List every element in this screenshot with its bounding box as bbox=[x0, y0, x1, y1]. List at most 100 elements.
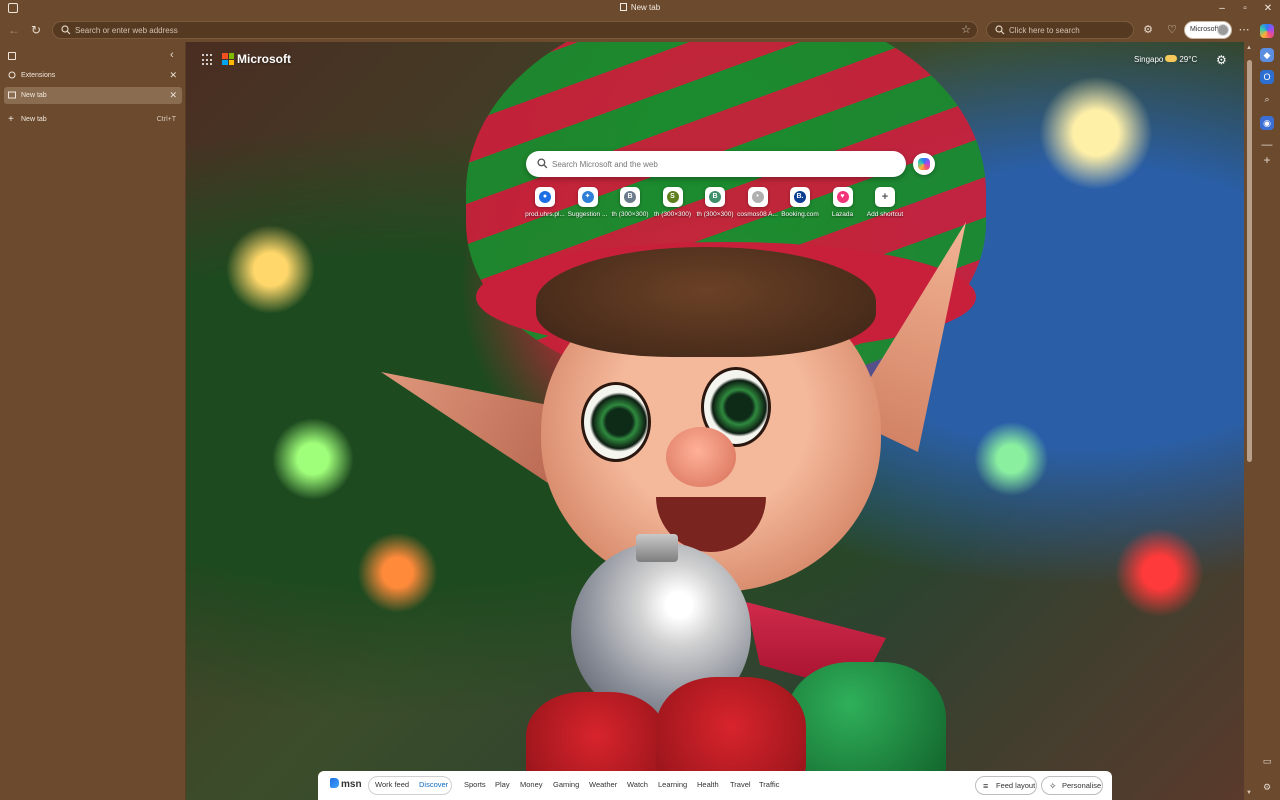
shortcut-hint: Ctrl+T bbox=[156, 116, 176, 123]
feed-layout-button[interactable]: ≡ Feed layout bbox=[975, 776, 1037, 795]
msn-tab-sports[interactable]: Sports bbox=[464, 780, 486, 789]
extensions-icon[interactable]: ⚙ bbox=[1140, 22, 1156, 38]
quick-link-label: Add shortcut bbox=[866, 211, 904, 218]
quick-link-tile[interactable]: Sth (300×300) bbox=[651, 187, 695, 218]
msn-logo[interactable]: msn bbox=[330, 778, 362, 790]
quick-link-label: th (300×300) bbox=[696, 211, 734, 218]
site-favicon-icon: B bbox=[705, 187, 725, 207]
close-tab-icon[interactable]: ✕ bbox=[169, 67, 177, 84]
site-favicon-icon: ● bbox=[535, 187, 555, 207]
site-favicon-icon: ✦ bbox=[577, 187, 598, 207]
title-bar: New tab – ▫ ✕ bbox=[0, 0, 1280, 18]
hide-sidebar-icon[interactable]: ▭ bbox=[1260, 754, 1274, 768]
sidebar-settings-gear-icon[interactable]: ⚙ bbox=[1260, 780, 1274, 794]
msn-tab-play[interactable]: Play bbox=[495, 780, 510, 789]
browser-essentials-icon[interactable]: ♡ bbox=[1164, 22, 1180, 38]
quick-link-tile[interactable]: ✦ Suggestion ... bbox=[566, 187, 610, 218]
collapse-pane-icon[interactable]: ‹ bbox=[170, 49, 174, 61]
avatar bbox=[1217, 24, 1229, 36]
weather-widget[interactable]: Singapo 29°C bbox=[1134, 55, 1197, 64]
profile-label: Microsoft bbox=[1190, 26, 1219, 33]
favorite-star-icon[interactable]: ☆ bbox=[961, 23, 971, 36]
search-sidebar-icon[interactable]: ⌕ bbox=[1260, 92, 1274, 106]
search-icon bbox=[61, 25, 71, 35]
quick-link-tile[interactable]: Bth (300×300) bbox=[608, 187, 652, 218]
outlook-icon[interactable]: O bbox=[1260, 70, 1274, 84]
site-favicon-icon: • bbox=[747, 187, 768, 207]
tab-extensions[interactable]: Extensions ✕ bbox=[4, 67, 182, 84]
msn-tab-travel[interactable]: Travel bbox=[730, 780, 751, 789]
add-shortcut-button[interactable]: + Add shortcut bbox=[863, 187, 907, 218]
weather-location: Singapo bbox=[1134, 55, 1164, 64]
ntp-search-input[interactable] bbox=[552, 156, 892, 172]
quick-link-tile[interactable]: ● prod.uhrs.pl... bbox=[523, 187, 567, 218]
quick-link-tile[interactable]: Bth (300×300) bbox=[693, 187, 737, 218]
msn-tab-health[interactable]: Health bbox=[697, 780, 719, 789]
tab-new-tab[interactable]: New tab ✕ bbox=[4, 87, 182, 104]
ntp-search-box[interactable] bbox=[526, 151, 906, 177]
personalise-button[interactable]: ✧ Personalise bbox=[1041, 776, 1103, 795]
address-input[interactable] bbox=[75, 22, 935, 38]
edge-sidebar-rail: ◆ O ⌕ ◉ — + ▭ ⚙ bbox=[1256, 18, 1280, 800]
divider-icon: — bbox=[1261, 139, 1273, 151]
tab-actions-icon[interactable] bbox=[8, 52, 16, 60]
back-button[interactable]: ← bbox=[6, 22, 22, 38]
search-icon bbox=[537, 158, 548, 169]
new-tab-page-icon bbox=[8, 91, 16, 99]
msn-tab-work-feed[interactable]: Work feed bbox=[375, 780, 409, 789]
wallpaper-eye-left bbox=[581, 382, 651, 462]
browser-toolbar: ← ↻ ☆ ⚙ ♡ Microsoft ⋯ bbox=[0, 18, 1280, 42]
msn-tab-weather[interactable]: Weather bbox=[589, 780, 617, 789]
address-bar[interactable]: ☆ bbox=[52, 21, 978, 39]
maximize-button[interactable]: ▫ bbox=[1238, 2, 1252, 16]
personalise-sparkle-icon: ✧ bbox=[1049, 781, 1057, 791]
msn-tab-discover[interactable]: Discover bbox=[419, 780, 448, 789]
toolbar-search-input[interactable] bbox=[1009, 22, 1129, 38]
wallpaper-nose bbox=[666, 427, 736, 487]
close-tab-icon[interactable]: ✕ bbox=[169, 87, 177, 104]
add-sidebar-app-icon[interactable]: + bbox=[1260, 153, 1274, 167]
msn-tab-gaming[interactable]: Gaming bbox=[553, 780, 579, 789]
copilot-icon bbox=[918, 158, 930, 170]
copilot-button[interactable] bbox=[913, 153, 935, 175]
partly-cloudy-icon bbox=[1165, 55, 1178, 62]
search-icon bbox=[995, 25, 1005, 35]
site-favicon-icon: B. bbox=[790, 187, 810, 207]
microsoft-365-icon[interactable]: ◉ bbox=[1260, 116, 1274, 130]
scroll-up-arrow-icon[interactable]: ▲ bbox=[1246, 45, 1252, 51]
msn-tab-learning[interactable]: Learning bbox=[658, 780, 687, 789]
msn-tab-watch[interactable]: Watch bbox=[627, 780, 648, 789]
app-launcher-icon[interactable] bbox=[202, 54, 214, 66]
quick-link-label: prod.uhrs.pl... bbox=[525, 211, 565, 218]
new-tab-button[interactable]: + New tab Ctrl+T bbox=[4, 111, 182, 128]
plus-icon: + bbox=[8, 114, 14, 125]
quick-link-label: th (300×300) bbox=[611, 211, 649, 218]
scroll-down-arrow-icon[interactable]: ▼ bbox=[1246, 790, 1252, 796]
new-tab-label: New tab bbox=[21, 116, 47, 123]
scrollbar-thumb[interactable] bbox=[1247, 60, 1252, 462]
quick-link-label: cosmos08 A... bbox=[737, 211, 778, 218]
close-window-button[interactable]: ✕ bbox=[1261, 2, 1275, 16]
quick-link-label: Suggestion ... bbox=[567, 211, 608, 218]
refresh-button[interactable]: ↻ bbox=[28, 22, 44, 38]
quick-link-label: Lazada bbox=[831, 211, 854, 218]
page-scrollbar[interactable]: ▲ ▼ bbox=[1244, 42, 1256, 800]
quick-link-tile[interactable]: B. Booking.com bbox=[778, 187, 822, 218]
profile-button[interactable]: Microsoft bbox=[1184, 21, 1232, 39]
msn-tab-money[interactable]: Money bbox=[520, 780, 543, 789]
toolbar-search-box[interactable] bbox=[986, 21, 1134, 39]
msn-tab-traffic[interactable]: Traffic bbox=[759, 780, 779, 789]
shopping-icon[interactable]: ◆ bbox=[1260, 48, 1274, 62]
site-favicon-icon: S bbox=[662, 187, 683, 207]
quick-link-tile[interactable]: • cosmos08 A... bbox=[736, 187, 780, 218]
copilot-icon[interactable] bbox=[1260, 24, 1274, 38]
site-favicon-icon: ♥ bbox=[832, 187, 853, 207]
vertical-tabs-pane: ‹ Extensions ✕ New tab ✕ + New tab Ctrl+… bbox=[0, 42, 186, 800]
tab-label: Extensions bbox=[21, 72, 56, 79]
page-settings-gear-icon[interactable]: ⚙ bbox=[1216, 53, 1227, 67]
quick-link-tile[interactable]: ♥ Lazada bbox=[821, 187, 865, 218]
plus-icon: + bbox=[875, 187, 895, 207]
minimize-button[interactable]: – bbox=[1215, 2, 1229, 16]
more-options-icon[interactable]: ⋯ bbox=[1236, 22, 1252, 38]
quick-link-label: Booking.com bbox=[781, 211, 819, 218]
